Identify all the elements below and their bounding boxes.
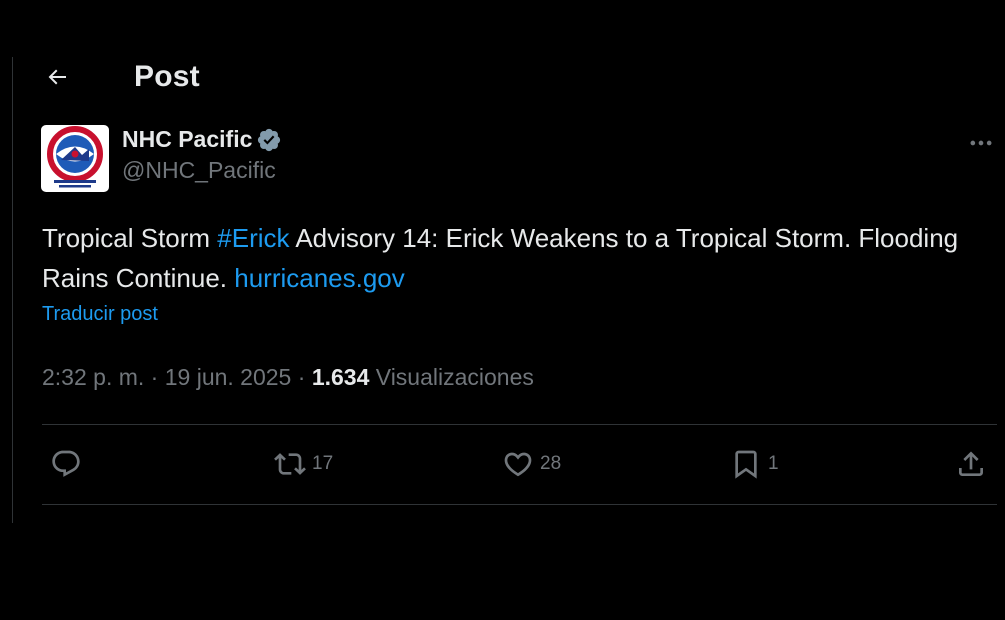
divider [42, 504, 997, 505]
post-time[interactable]: 2:32 p. m. [42, 364, 144, 390]
post-text-part: Tropical Storm [42, 223, 218, 253]
post-date[interactable]: 19 jun. 2025 [165, 364, 292, 390]
bookmark-icon [735, 450, 757, 479]
author-name[interactable]: NHC Pacific [122, 126, 252, 153]
share-button[interactable] [955, 438, 987, 490]
repost-icon [274, 453, 306, 475]
post-text: Tropical Storm #Erick Advisory 14: Erick… [42, 218, 982, 298]
reply-icon [52, 450, 80, 477]
bookmark-count: 1 [768, 453, 779, 474]
author-name-row: NHC Pacific [122, 126, 282, 153]
like-count: 28 [540, 453, 562, 474]
meta-separator: · [144, 364, 165, 390]
more-options-icon [970, 140, 992, 146]
share-icon [959, 451, 983, 476]
author-handle[interactable]: @NHC_Pacific [122, 157, 282, 184]
column-border [12, 57, 13, 523]
post-header: Post [42, 58, 200, 96]
arrow-left-icon [48, 69, 66, 85]
verified-badge-icon [258, 128, 281, 151]
views-count: 1.634 [311, 364, 370, 390]
page-title: Post [134, 60, 200, 93]
translate-post-link[interactable]: Traducir post [42, 303, 158, 326]
back-button[interactable] [40, 60, 74, 94]
repost-button[interactable]: 17 [274, 438, 333, 490]
action-bar: 17 28 1 [42, 438, 997, 490]
bookmark-button[interactable]: 1 [730, 438, 779, 490]
national-weather-service-logo-icon [47, 126, 103, 188]
author-block: NHC Pacific @NHC_Pacific [122, 126, 282, 184]
divider [42, 424, 997, 425]
reply-button[interactable] [50, 438, 82, 490]
like-button[interactable]: 28 [502, 438, 561, 490]
more-options-button[interactable] [964, 128, 998, 158]
heart-icon [504, 452, 532, 477]
views-label: Visualizaciones [369, 364, 534, 390]
post-meta: 2:32 p. m. · 19 jun. 2025 · 1.634 Visual… [42, 364, 534, 391]
meta-separator: · [291, 364, 312, 390]
url-link[interactable]: hurricanes.gov [234, 263, 405, 293]
repost-count: 17 [312, 453, 334, 474]
hashtag-link[interactable]: #Erick [217, 223, 289, 253]
avatar[interactable] [41, 125, 109, 192]
